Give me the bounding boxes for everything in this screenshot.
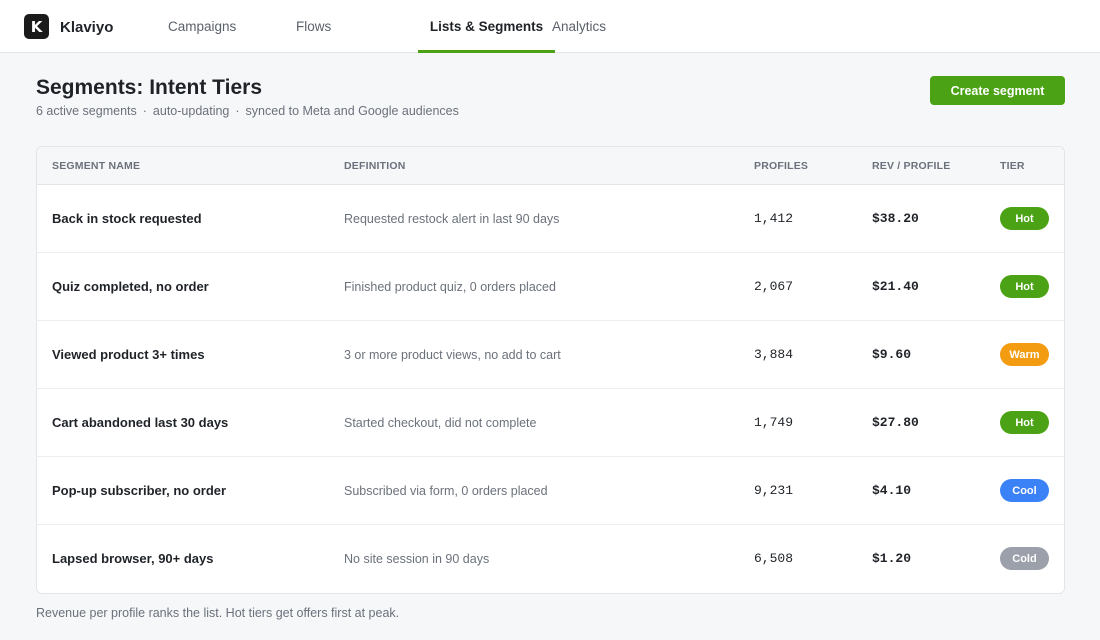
segment-name[interactable]: Pop-up subscriber, no order	[52, 457, 226, 524]
tier-cell: Hot	[1000, 185, 1049, 252]
segment-definition: 3 or more product views, no add to cart	[344, 347, 561, 362]
tab-analytics[interactable]: Analytics	[552, 0, 606, 53]
sync-status: synced to Meta and Google audiences	[245, 104, 459, 118]
table-row[interactable]: Lapsed browser, 90+ days No site session …	[37, 525, 1064, 593]
page-subtitle: 6 active segments · auto-updating · synced t…	[36, 104, 459, 118]
tier-badge: Hot	[1000, 207, 1049, 230]
table-row[interactable]: Back in stock requested Requested restock…	[37, 185, 1064, 253]
column-header-rev-per-profile[interactable]: Rev / Profile	[872, 160, 950, 172]
update-mode: auto-updating	[152, 104, 230, 118]
brand-name: Klaviyo	[60, 19, 114, 36]
tab-lists-segments[interactable]: Lists & Segments	[418, 0, 555, 53]
tier-badge: Warm	[1000, 343, 1049, 366]
profile-count: 6,508	[754, 551, 794, 566]
table-row[interactable]: Pop-up subscriber, no order Subscribed vi…	[37, 457, 1064, 525]
segment-definition: No site session in 90 days	[344, 551, 490, 566]
column-header-segment-name[interactable]: Segment name	[52, 160, 140, 172]
top-nav: K Klaviyo Campaigns Flows Lists & Segmen…	[0, 0, 1100, 53]
profile-count: 2,067	[754, 279, 794, 294]
revenue-per-profile: $1.20	[872, 551, 912, 566]
segment-definition: Finished product quiz, 0 orders placed	[344, 279, 556, 294]
table-body: Back in stock requested Requested restock…	[37, 185, 1064, 593]
tier-badge: Hot	[1000, 275, 1049, 298]
column-header-definition[interactable]: Definition	[344, 160, 406, 172]
separator: ·	[235, 104, 240, 118]
segment-definition: Started checkout, did not complete	[344, 415, 537, 430]
segment-name[interactable]: Cart abandoned last 30 days	[52, 389, 228, 456]
revenue-per-profile: $38.20	[872, 211, 919, 226]
tier-badge: Cool	[1000, 479, 1049, 502]
klaviyo-logo-icon[interactable]: K	[24, 14, 49, 39]
tier-badge: Cold	[1000, 547, 1049, 570]
revenue-per-profile: $21.40	[872, 279, 919, 294]
page-title: Segments: Intent Tiers	[36, 76, 262, 99]
tier-cell: Hot	[1000, 389, 1049, 456]
table-header: Segment name Definition Profiles Rev / P…	[37, 147, 1064, 185]
segment-name[interactable]: Lapsed browser, 90+ days	[52, 525, 214, 592]
tab-campaigns[interactable]: Campaigns	[168, 0, 236, 53]
profile-count: 3,884	[754, 347, 794, 362]
segment-name[interactable]: Back in stock requested	[52, 185, 202, 252]
segment-name[interactable]: Quiz completed, no order	[52, 253, 209, 320]
segment-count: 6 active segments	[36, 104, 137, 118]
separator: ·	[142, 104, 147, 118]
segment-name[interactable]: Viewed product 3+ times	[52, 321, 205, 388]
column-header-profiles[interactable]: Profiles	[754, 160, 808, 172]
tier-cell: Cold	[1000, 525, 1049, 592]
segments-table: Segment name Definition Profiles Rev / P…	[36, 146, 1065, 594]
revenue-per-profile: $9.60	[872, 347, 912, 362]
tier-badge: Hot	[1000, 411, 1049, 434]
segment-definition: Subscribed via form, 0 orders placed	[344, 483, 548, 498]
profile-count: 1,749	[754, 415, 794, 430]
table-row[interactable]: Quiz completed, no order Finished product…	[37, 253, 1064, 321]
column-header-tier[interactable]: Tier	[1000, 160, 1025, 172]
tab-flows[interactable]: Flows	[296, 0, 331, 53]
segment-definition: Requested restock alert in last 90 days	[344, 211, 560, 226]
revenue-per-profile: $27.80	[872, 415, 919, 430]
table-row[interactable]: Cart abandoned last 30 days Started check…	[37, 389, 1064, 457]
create-segment-button[interactable]: Create segment	[930, 76, 1065, 105]
tier-cell: Hot	[1000, 253, 1049, 320]
tier-cell: Warm	[1000, 321, 1049, 388]
tier-cell: Cool	[1000, 457, 1049, 524]
profile-count: 1,412	[754, 211, 794, 226]
revenue-per-profile: $4.10	[872, 483, 912, 498]
profile-count: 9,231	[754, 483, 794, 498]
table-row[interactable]: Viewed product 3+ times 3 or more product…	[37, 321, 1064, 389]
footnote: Revenue per profile ranks the list. Hot …	[36, 606, 400, 620]
